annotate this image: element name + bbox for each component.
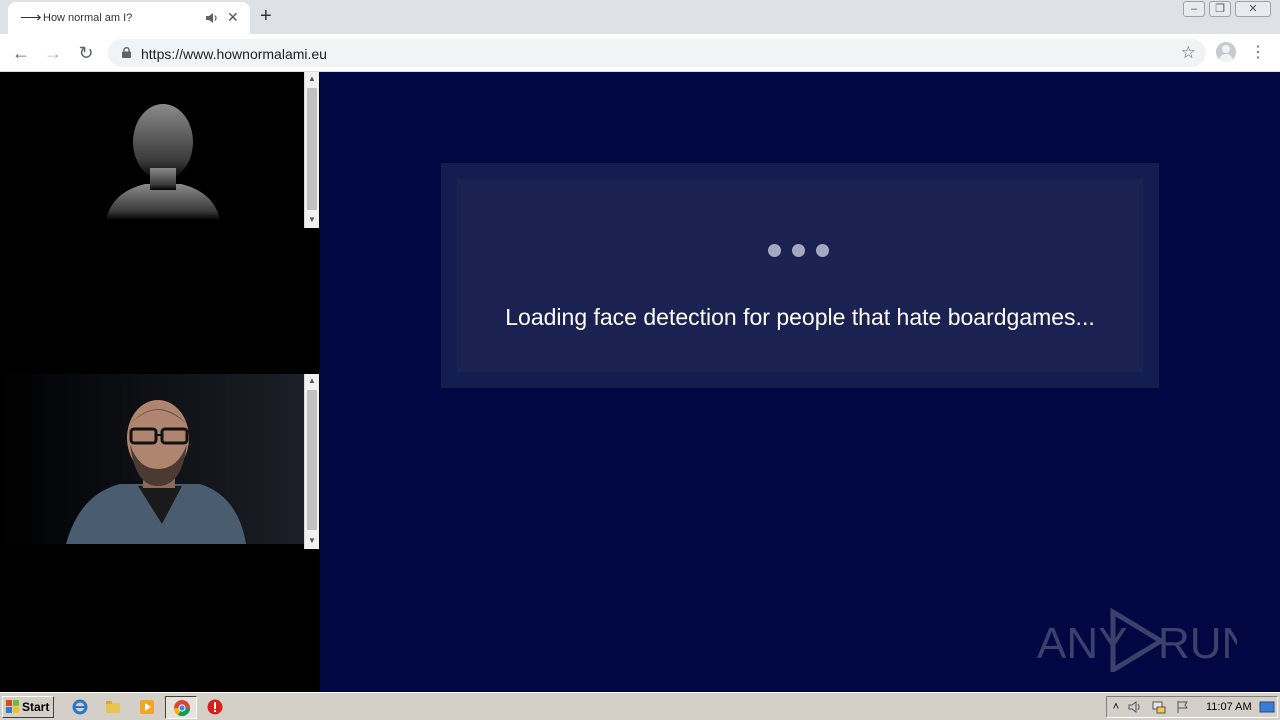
speaker-icon[interactable] xyxy=(205,11,219,25)
address-bar[interactable]: https://www.hownormalami.eu ☆ xyxy=(108,39,1206,67)
chrome-icon xyxy=(173,700,191,717)
scroll-thumb[interactable] xyxy=(307,390,317,530)
restore-button[interactable]: ❐ xyxy=(1209,1,1231,17)
scrollbar[interactable]: ▲ ▼ xyxy=(304,72,319,228)
action-center-flag-icon[interactable] xyxy=(1175,699,1191,715)
chrome-menu-icon[interactable]: ⋮ xyxy=(1250,42,1266,64)
window-close-button[interactable]: ✕ xyxy=(1235,1,1271,17)
show-hidden-icons-icon[interactable]: ˄ xyxy=(1110,699,1122,715)
url-text[interactable]: https://www.hownormalami.eu xyxy=(141,46,327,62)
main-content: Loading face detection for people that h… xyxy=(320,72,1280,692)
tab-strip: ⟶ How normal am I? ✕ + – ❐ ✕ xyxy=(0,0,1280,34)
video-panel: ▲ ▼ ▲ ▼ xyxy=(0,72,320,692)
watermark-text-run: RUN xyxy=(1158,619,1237,668)
user-silhouette-icon xyxy=(106,104,220,220)
minimize-button[interactable]: – xyxy=(1183,1,1205,17)
loading-dot xyxy=(792,244,805,257)
scroll-up-icon[interactable]: ▲ xyxy=(305,374,319,388)
show-desktop-icon[interactable] xyxy=(1259,699,1275,715)
bookmark-star-icon[interactable]: ☆ xyxy=(1181,43,1196,63)
file-explorer-icon[interactable] xyxy=(104,698,122,716)
taskbar-chrome-button[interactable] xyxy=(165,696,197,719)
forward-button[interactable]: → xyxy=(42,42,64,64)
reload-button[interactable]: ↻ xyxy=(75,42,97,64)
scrollbar[interactable]: ▲ ▼ xyxy=(304,374,319,549)
loading-dot xyxy=(816,244,829,257)
webcam-person-image xyxy=(0,374,305,544)
minimize-icon: – xyxy=(1190,3,1198,15)
windows-logo-icon xyxy=(6,700,19,713)
loading-message: Loading face detection for people that h… xyxy=(505,304,1095,330)
stop-icon[interactable] xyxy=(206,698,224,716)
media-player-icon[interactable] xyxy=(138,698,156,716)
browser-tab[interactable]: ⟶ How normal am I? ✕ xyxy=(8,2,250,34)
loading-panel-inner: Loading face detection for people that h… xyxy=(457,179,1143,372)
tab-close-icon[interactable]: ✕ xyxy=(227,8,239,26)
loading-panel: Loading face detection for people that h… xyxy=(441,163,1159,388)
internet-explorer-icon[interactable] xyxy=(71,698,89,716)
start-label: Start xyxy=(22,700,50,714)
tab-title: How normal am I? xyxy=(43,12,133,24)
profile-avatar-icon[interactable] xyxy=(1216,42,1236,62)
loading-dots-icon xyxy=(768,244,832,258)
browser-toolbar: ← → ↻ https://www.hownormalami.eu ☆ ⋮ xyxy=(0,34,1280,72)
arrow-right-icon: ⟶ xyxy=(20,9,42,26)
start-button[interactable]: Start xyxy=(2,696,54,718)
scroll-down-icon[interactable]: ▼ xyxy=(305,534,319,548)
network-icon[interactable] xyxy=(1151,699,1167,715)
webcam-video xyxy=(0,374,305,544)
restore-icon: ❐ xyxy=(1215,3,1225,15)
loading-dot xyxy=(768,244,781,257)
new-tab-button[interactable]: + xyxy=(260,5,272,27)
scroll-up-icon[interactable]: ▲ xyxy=(305,72,319,86)
close-icon: ✕ xyxy=(1248,3,1258,15)
windows-taskbar: Start ˄ 11:07 AM xyxy=(0,692,1280,720)
volume-icon[interactable] xyxy=(1127,699,1143,715)
back-button[interactable]: ← xyxy=(10,42,32,64)
avatar-placeholder xyxy=(0,72,305,228)
system-tray: ˄ 11:07 AM xyxy=(1106,696,1278,718)
anyrun-watermark-logo: ANY RUN xyxy=(1037,608,1237,672)
lock-icon xyxy=(122,47,131,58)
scroll-down-icon[interactable]: ▼ xyxy=(305,213,319,227)
scroll-thumb[interactable] xyxy=(307,88,317,210)
taskbar-clock[interactable]: 11:07 AM xyxy=(1206,701,1252,714)
